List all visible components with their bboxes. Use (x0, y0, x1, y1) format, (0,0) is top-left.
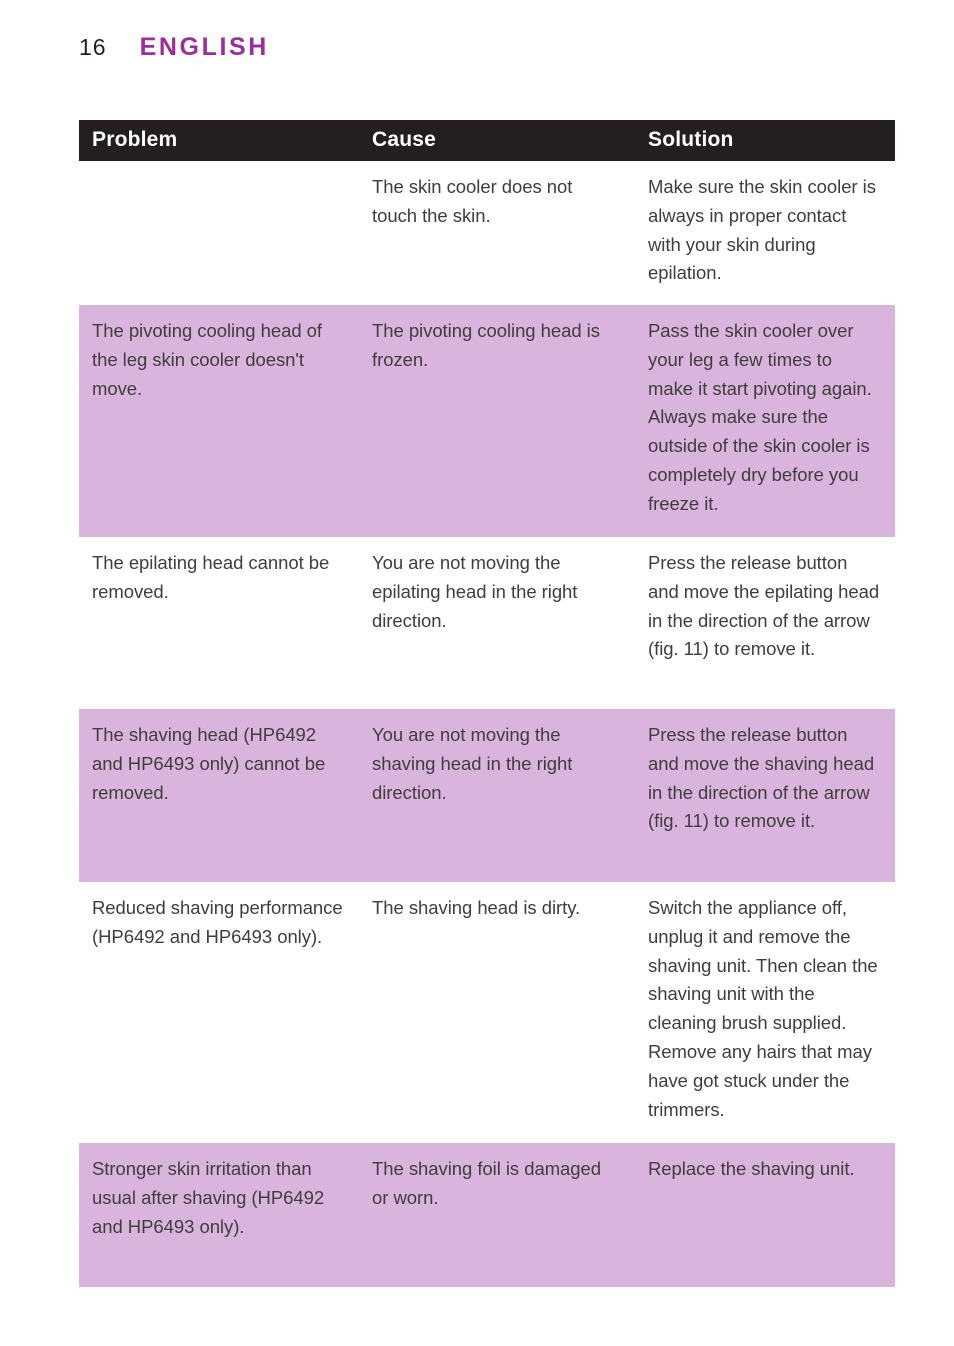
cell-cause: The shaving head is dirty. (359, 882, 635, 1143)
troubleshooting-table: Problem Cause Solution The skin cooler d… (79, 120, 895, 1287)
running-head: 16 ENGLISH (79, 33, 269, 62)
table-header-row: Problem Cause Solution (79, 120, 895, 161)
cell-problem: Reduced shaving performance (HP6492 and … (79, 882, 359, 1143)
table-body: The skin cooler does not touch the skin.… (79, 161, 895, 1287)
page-title: ENGLISH (139, 33, 269, 61)
table-row: Reduced shaving performance (HP6492 and … (79, 882, 895, 1143)
cell-problem: Stronger skin irritation than usual afte… (79, 1143, 359, 1287)
cell-cause: You are not moving the epilating head in… (359, 537, 635, 709)
cell-problem: The shaving head (HP6492 and HP6493 only… (79, 709, 359, 882)
column-header-cause: Cause (359, 120, 635, 161)
cell-solution: Press the release button and move the ep… (635, 537, 895, 709)
cell-problem (79, 161, 359, 305)
cell-cause: The shaving foil is damaged or worn. (359, 1143, 635, 1287)
cell-cause: The skin cooler does not touch the skin. (359, 161, 635, 305)
table-row: Stronger skin irritation than usual afte… (79, 1143, 895, 1287)
cell-problem: The pivoting cooling head of the leg ski… (79, 305, 359, 537)
table-row: The shaving head (HP6492 and HP6493 only… (79, 709, 895, 882)
table-header: Problem Cause Solution (79, 120, 895, 161)
cell-solution: Pass the skin cooler over your leg a few… (635, 305, 895, 537)
cell-solution: Replace the shaving unit. (635, 1143, 895, 1287)
cell-solution: Switch the appliance off, unplug it and … (635, 882, 895, 1143)
cell-cause: You are not moving the shaving head in t… (359, 709, 635, 882)
cell-cause: The pivoting cooling head is frozen. (359, 305, 635, 537)
column-header-solution: Solution (635, 120, 895, 161)
table-row: The skin cooler does not touch the skin.… (79, 161, 895, 305)
page-number: 16 (79, 34, 107, 60)
table-row: The epilating head cannot be removed. Yo… (79, 537, 895, 709)
cell-solution: Press the release button and move the sh… (635, 709, 895, 882)
cell-solution: Make sure the skin cooler is always in p… (635, 161, 895, 305)
cell-problem: The epilating head cannot be removed. (79, 537, 359, 709)
table-row: The pivoting cooling head of the leg ski… (79, 305, 895, 537)
column-header-problem: Problem (79, 120, 359, 161)
